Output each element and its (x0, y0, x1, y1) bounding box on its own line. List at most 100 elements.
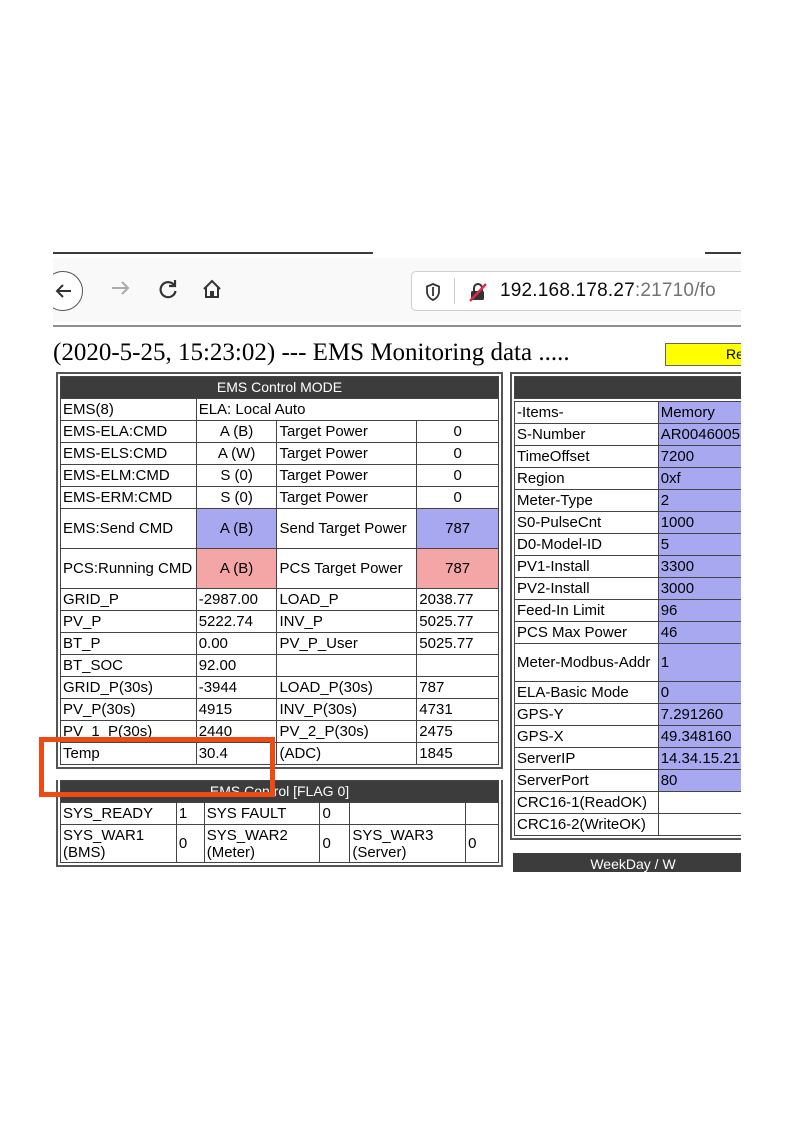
memory-value (657, 813, 741, 836)
memory-value: 3300 (657, 555, 741, 578)
metric-label: INV_P (276, 610, 418, 633)
memory-table: -Items- Memory S-Number AR0046005 TimeOff… (514, 376, 741, 836)
table-row: -Items- Memory (514, 401, 741, 424)
url-text[interactable]: 192.168.178.27:21710/fo (500, 280, 716, 302)
home-button[interactable] (201, 278, 223, 306)
table-row: ServerPort 80 (514, 769, 741, 792)
page-title: (2020-5-25, 15:23:02) --- EMS Monitoring… (53, 339, 570, 366)
metric-label: BT_SOC (60, 654, 197, 677)
target-power-label: Target Power (276, 464, 418, 487)
metric-value: 787 (416, 676, 499, 699)
table-row: S0-PulseCnt 1000 (514, 511, 741, 534)
send-target-power-value: 787 (416, 508, 499, 549)
metric-value: 5025.77 (416, 632, 499, 655)
memory-key: Region (514, 467, 659, 490)
table-row: S-Number AR0046005 (514, 423, 741, 446)
memory-value: 7.291260 (657, 703, 741, 726)
shield-icon[interactable] (424, 282, 442, 302)
target-power-value: 0 (416, 464, 499, 487)
memory-header-bar (514, 376, 741, 399)
memory-key: D0-Model-ID (514, 533, 659, 556)
target-power-value: 0 (416, 486, 499, 509)
table-row: Region 0xf (514, 467, 741, 490)
memory-key: PCS Max Power (514, 621, 659, 644)
ems-control-panel: EMS Control MODE EMS(8) ELA: Local Auto … (56, 372, 503, 769)
memory-value: 0 (657, 681, 741, 704)
memory-key: Feed-In Limit (514, 599, 659, 622)
ems-control-table: EMS Control MODE EMS(8) ELA: Local Auto … (60, 376, 500, 765)
table-row: PV2-Install 3000 (514, 577, 741, 600)
insecure-lock-icon[interactable] (467, 281, 489, 303)
ems-mode-value: ELA: Local Auto (195, 398, 500, 421)
address-bar[interactable]: 192.168.178.27:21710/fo (411, 271, 741, 311)
metric-value: 92.00 (195, 654, 278, 677)
memory-value: 46 (657, 621, 741, 644)
table-row: BT_P 0.00 PV_P_User 5025.77 (60, 632, 499, 655)
metric-value: 2475 (416, 720, 499, 743)
memory-value: 14.34.15.21 (657, 747, 741, 770)
table-row: Meter-Modbus-Addr 1 (514, 643, 741, 682)
url-port-path: :21710/fo (634, 280, 716, 301)
home-icon (203, 279, 221, 298)
pcs-target-power-label: PCS Target Power (276, 548, 418, 589)
cmd-mode: S (0) (195, 464, 278, 487)
table-row: GPS-Y 7.291260 (514, 703, 741, 726)
adc-value: 1845 (416, 742, 499, 765)
memory-value: AR0046005 (657, 423, 741, 446)
reload-data-button[interactable]: Re (665, 343, 741, 366)
memory-value: 3000 (657, 577, 741, 600)
memory-value (657, 791, 741, 814)
metric-label: PV_P (60, 610, 197, 633)
table-row: BT_SOC 92.00 (60, 654, 499, 677)
memory-value: 49.348160 (657, 725, 741, 748)
back-button[interactable] (53, 271, 83, 311)
memory-key: Meter-Type (514, 489, 659, 512)
flag-value: 1 (175, 802, 205, 825)
url-host: 192.168.178.27 (500, 280, 635, 301)
table-row: D0-Model-ID 5 (514, 533, 741, 556)
memory-key: ServerIP (514, 747, 659, 770)
cmd-label: EMS-ERM:CMD (60, 486, 197, 509)
table-row: ELA-Basic Mode 0 (514, 681, 741, 704)
table-row: SYS_WAR1 (BMS) 0 SYS_WAR2 (Meter) 0 SYS_… (60, 824, 499, 863)
table-row: PCS Max Power 46 (514, 621, 741, 644)
empty-cell (465, 802, 499, 825)
items-header: -Items- (514, 401, 659, 424)
metric-label: PV_2_P(30s) (276, 720, 418, 743)
table-row: CRC16-1(ReadOK) (514, 791, 741, 814)
metric-value: 4731 (416, 698, 499, 721)
cmd-mode: A (B) (195, 420, 278, 443)
table-row: SYS_READY 1 SYS FAULT 0 (60, 802, 499, 825)
metric-label: BT_P (60, 632, 197, 655)
cmd-mode: S (0) (195, 486, 278, 509)
target-power-label: Target Power (276, 442, 418, 465)
metric-value: 5025.77 (416, 610, 499, 633)
forward-button[interactable] (109, 278, 131, 304)
memory-key: PV1-Install (514, 555, 659, 578)
memory-key: GPS-X (514, 725, 659, 748)
table-row: PV1-Install 3300 (514, 555, 741, 578)
flag-label: SYS FAULT (203, 802, 321, 825)
metric-label: PV_P(30s) (60, 698, 197, 721)
pcs-running-label: PCS:Running CMD (60, 548, 197, 589)
flag-label: SYS_READY (60, 802, 177, 825)
cmd-label: EMS-ELM:CMD (60, 464, 197, 487)
ems-label: EMS(8) (60, 398, 197, 421)
toolbar-divider (53, 325, 741, 327)
memory-key: TimeOffset (514, 445, 659, 468)
metric-label: LOAD_P(30s) (276, 676, 418, 699)
memory-key: PV2-Install (514, 577, 659, 600)
metric-label (276, 654, 418, 677)
memory-value: 1 (657, 643, 741, 682)
reload-button[interactable] (157, 278, 179, 306)
table-row: PV_P 5222.74 INV_P 5025.77 (60, 610, 499, 633)
memory-value: 2 (657, 489, 741, 512)
target-power-label: Target Power (276, 420, 418, 443)
send-cmd-label: EMS:Send CMD (60, 508, 197, 549)
adc-label: (ADC) (276, 742, 418, 765)
flag-label: SYS_WAR1 (BMS) (60, 824, 177, 863)
tab-strip-line-right (705, 252, 741, 254)
tab-strip-line (53, 252, 373, 254)
memory-value: 7200 (657, 445, 741, 468)
metric-value: 5222.74 (195, 610, 278, 633)
